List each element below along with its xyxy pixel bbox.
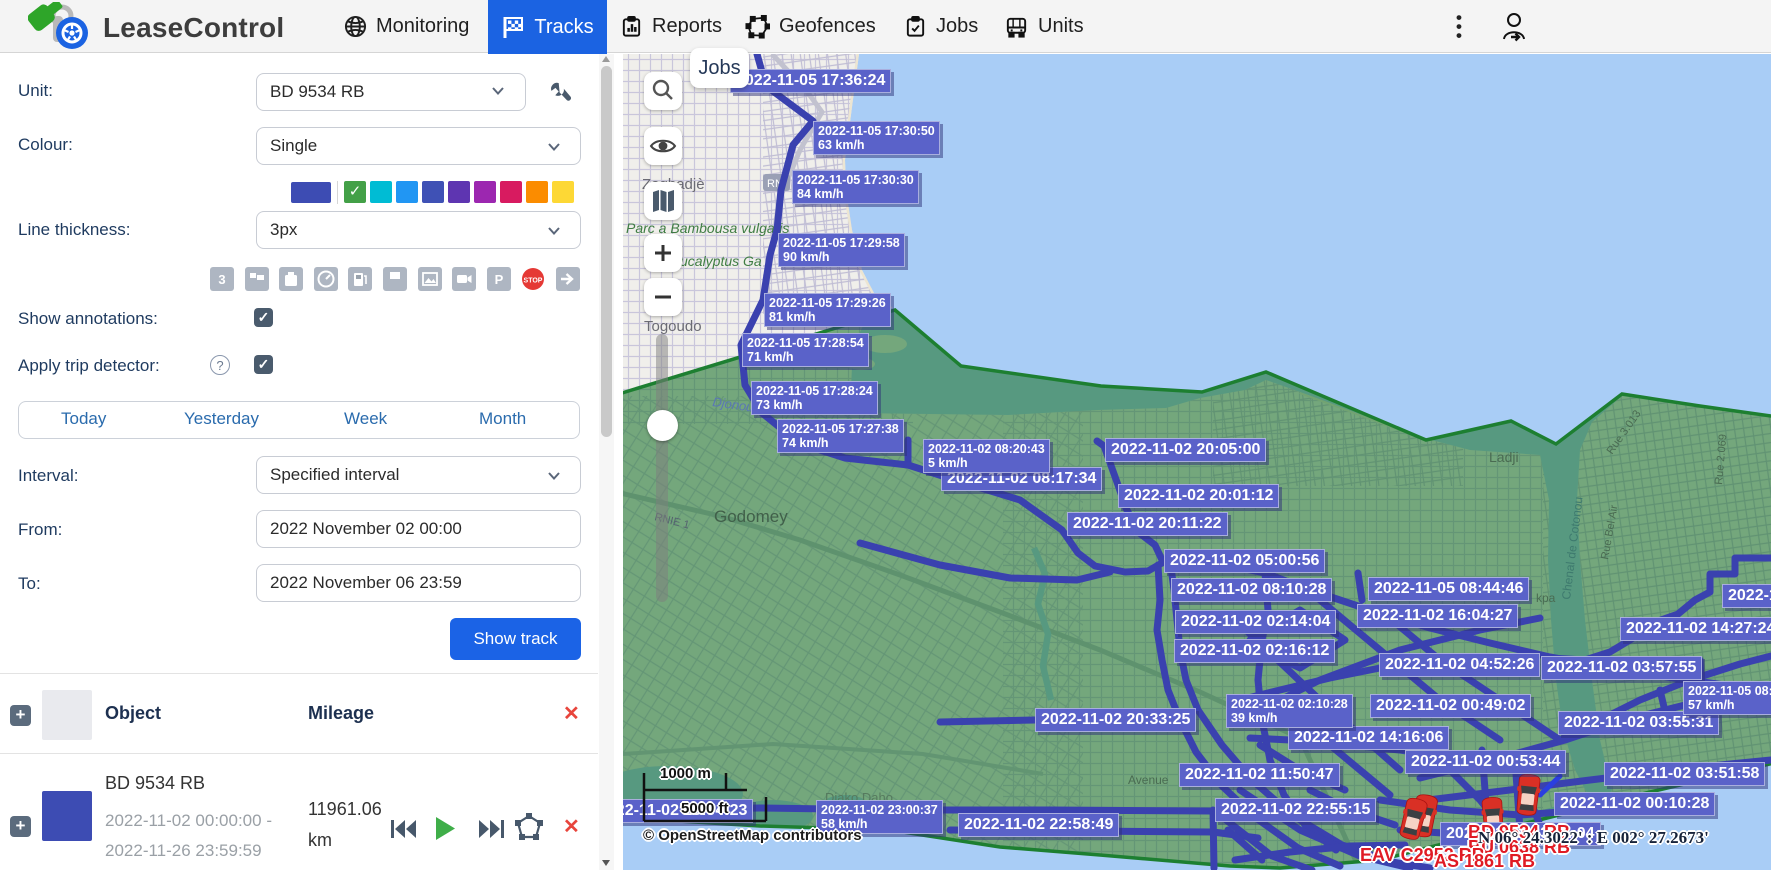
svg-text:Avenue: Avenue xyxy=(1128,773,1169,787)
svg-text:P: P xyxy=(494,272,503,287)
svg-text:Togoudo: Togoudo xyxy=(644,318,702,335)
svg-text:Godomey: Godomey xyxy=(714,507,788,526)
svg-text:3: 3 xyxy=(218,272,225,287)
svg-text:ucalyptus Ga: ucalyptus Ga xyxy=(680,253,762,269)
svg-text:kpa: kpa xyxy=(1536,591,1556,605)
svg-text:Ladji: Ladji xyxy=(1489,449,1519,465)
svg-text:STOP: STOP xyxy=(524,278,543,285)
